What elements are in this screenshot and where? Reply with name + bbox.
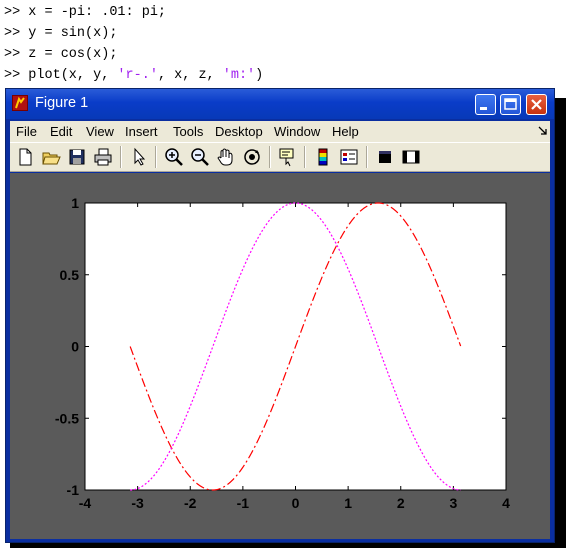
- title-bar[interactable]: Figure 1: [6, 89, 554, 119]
- command-window[interactable]: >> x = -pi: .01: pi; >> y = sin(x); >> z =…: [4, 2, 570, 86]
- save-icon[interactable]: [67, 147, 87, 167]
- minimize-icon: [480, 107, 487, 110]
- menu-window[interactable]: Window: [274, 124, 320, 139]
- code-text: >> z = cos(x);: [4, 47, 118, 62]
- command-line: >> x = -pi: .01: pi;: [4, 2, 570, 23]
- figure-toolbar: [10, 142, 550, 172]
- y-tick-label: 0.5: [60, 267, 80, 283]
- toolbar-separator: [269, 146, 271, 168]
- y-tick-label: 1: [71, 195, 79, 211]
- x-tick-label: -3: [131, 495, 144, 511]
- string-literal: 'r-.': [117, 68, 158, 83]
- toolbar-separator: [366, 146, 368, 168]
- x-tick-label: 0: [292, 495, 300, 511]
- window-title: Figure 1: [35, 95, 89, 111]
- x-tick-label: 1: [344, 495, 352, 511]
- code-text: >> plot(x, y,: [4, 68, 118, 83]
- maximize-icon: [504, 98, 517, 110]
- x-tick-label: -2: [184, 495, 197, 511]
- menu-tools[interactable]: Tools: [173, 124, 203, 139]
- y-tick-label: -1: [67, 482, 80, 498]
- new-figure-icon[interactable]: [15, 147, 35, 167]
- data-cursor-icon[interactable]: [278, 147, 298, 167]
- x-tick-label: 2: [397, 495, 405, 511]
- open-file-icon[interactable]: [41, 147, 61, 167]
- code-text: ): [255, 68, 264, 83]
- insert-legend-icon[interactable]: [339, 147, 359, 167]
- show-plot-tools-icon[interactable]: [401, 147, 421, 167]
- y-tick-label: 0: [71, 339, 79, 355]
- y-tick-label: -0.5: [55, 410, 79, 426]
- x-tick-label: 4: [502, 495, 510, 511]
- menu-file[interactable]: File: [16, 124, 37, 139]
- figure-window[interactable]: Figure 1 File Edit View Insert Tools Des…: [5, 88, 555, 543]
- code-text: >> x = -pi: .01: pi;: [4, 5, 167, 20]
- print-icon[interactable]: [93, 147, 113, 167]
- figure-canvas[interactable]: -4 -3 -2 -1 0 1 2 3 4 -1 -0.5 0 0.5 1: [10, 173, 550, 539]
- code-text: >> y = sin(x);: [4, 26, 118, 41]
- command-line: >> plot(x, y, 'r-.', x, z, 'm:'): [4, 65, 570, 86]
- menu-edit[interactable]: Edit: [50, 124, 72, 139]
- x-tick-label: -4: [79, 495, 92, 511]
- dock-arrow-icon[interactable]: [538, 126, 548, 136]
- maximize-button[interactable]: [500, 94, 521, 115]
- menu-insert[interactable]: Insert: [125, 124, 158, 139]
- zoom-in-icon[interactable]: [164, 147, 184, 167]
- toolbar-separator: [120, 146, 122, 168]
- plot-svg: -4 -3 -2 -1 0 1 2 3 4 -1 -0.5 0 0.5 1: [55, 195, 510, 511]
- string-literal: 'm:': [222, 68, 256, 83]
- menu-bar: File Edit View Insert Tools Desktop Wind…: [10, 121, 550, 142]
- hide-plot-tools-icon[interactable]: [375, 147, 395, 167]
- toolbar-separator: [155, 146, 157, 168]
- rotate-3d-icon[interactable]: [242, 147, 262, 167]
- x-tick-label: -1: [237, 495, 250, 511]
- menu-help[interactable]: Help: [332, 124, 359, 139]
- toolbar-separator: [304, 146, 306, 168]
- insert-colorbar-icon[interactable]: [313, 147, 333, 167]
- code-text: , x, z,: [157, 68, 223, 83]
- minimize-button[interactable]: [475, 94, 496, 115]
- command-line: >> y = sin(x);: [4, 23, 570, 44]
- close-icon: [531, 99, 542, 110]
- menu-desktop[interactable]: Desktop: [215, 124, 263, 139]
- x-tick-label: 3: [449, 495, 457, 511]
- close-button[interactable]: [526, 94, 547, 115]
- pan-hand-icon[interactable]: [216, 147, 236, 167]
- edit-plot-arrow-icon[interactable]: [129, 147, 149, 167]
- matlab-logo-icon: [12, 95, 28, 111]
- menu-view[interactable]: View: [86, 124, 114, 139]
- zoom-out-icon[interactable]: [190, 147, 210, 167]
- command-line: >> z = cos(x);: [4, 44, 570, 65]
